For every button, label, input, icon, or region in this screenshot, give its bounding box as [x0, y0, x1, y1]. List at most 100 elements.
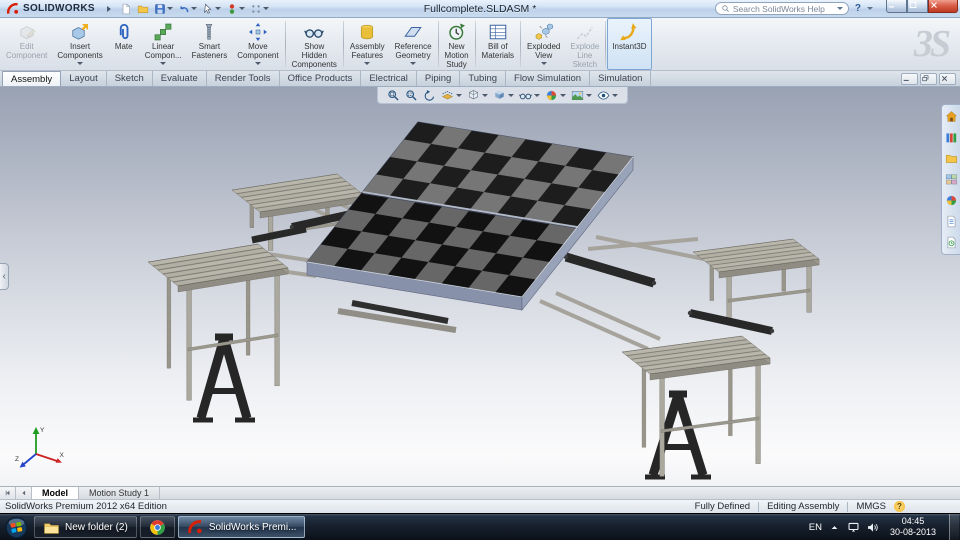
section-view-button[interactable]: [441, 89, 462, 102]
tab-sketch[interactable]: Sketch: [107, 71, 153, 86]
taskbar-button-chrome[interactable]: [139, 516, 175, 538]
help-caret-icon[interactable]: [867, 7, 873, 10]
zoom-fit-button[interactable]: [387, 89, 400, 102]
tab-nav-first-button[interactable]: [0, 487, 16, 499]
appearances-scenes-tab[interactable]: [945, 194, 958, 207]
qa-new-document-button[interactable]: [119, 3, 133, 15]
display-style-button[interactable]: [493, 89, 514, 102]
ribbon-button-exploded-view[interactable]: Exploded View: [522, 18, 565, 70]
qa-open-folder-button[interactable]: [136, 3, 150, 15]
dropdown-caret-icon: [364, 61, 371, 65]
ribbon-button-label: Move Component: [237, 42, 279, 60]
ribbon-button-explode-line-sketch[interactable]: Explode Line Sketch: [565, 18, 604, 70]
tab-nav-prev-button[interactable]: [16, 487, 32, 499]
help-button[interactable]: ?: [854, 3, 862, 14]
title-bar: SOLIDWORKS Fullcomplete.SLDASM * Search …: [0, 0, 960, 18]
tray-time: 04:45: [901, 515, 925, 526]
tab-render-tools[interactable]: Render Tools: [207, 71, 280, 86]
custom-properties-tab[interactable]: [945, 215, 958, 228]
ribbon-button-new-motion-study[interactable]: New Motion Study: [440, 18, 474, 70]
ribbon-button-label: Reference Geometry: [394, 42, 432, 60]
network-icon[interactable]: [847, 521, 860, 534]
maximize-button[interactable]: [907, 0, 928, 13]
tab-piping[interactable]: Piping: [417, 71, 461, 86]
apply-scene-button[interactable]: [571, 89, 592, 102]
model-tab-motion-study-1[interactable]: Motion Study 1: [79, 487, 161, 499]
collapsed-panel-tab[interactable]: [0, 263, 9, 290]
help-search-box[interactable]: Search SolidWorks Help: [714, 2, 849, 15]
view-palette-tab[interactable]: [945, 173, 958, 186]
system-tray: EN 04:45 30-08-2013: [809, 514, 960, 540]
start-button[interactable]: [0, 514, 32, 540]
document-minimize-button[interactable]: [901, 72, 918, 85]
taskbar-button-solidworks-premi[interactable]: SolidWorks Premi...: [177, 516, 306, 538]
ribbon-button-smart-fasteners[interactable]: Smart Fasteners: [187, 18, 233, 70]
qa-rebuild-button[interactable]: [225, 3, 246, 15]
ribbon-button-assembly-features[interactable]: Assembly Features: [345, 18, 390, 70]
ribbon-button-edit-component[interactable]: Edit Component: [1, 18, 52, 70]
picnic-table-assembly-model[interactable]: Y X Z: [0, 87, 960, 486]
solidworks-icon: [187, 519, 204, 536]
document-recovery-tab[interactable]: [945, 236, 958, 249]
minimize-button[interactable]: [886, 0, 907, 13]
tab-electrical[interactable]: Electrical: [361, 71, 417, 86]
qa-undo-button[interactable]: [177, 3, 198, 15]
qa-save-button[interactable]: [153, 3, 174, 15]
file-explorer-tab[interactable]: [945, 152, 958, 165]
edit-appearance-button[interactable]: [545, 89, 566, 102]
assembly-features-icon: [357, 22, 377, 42]
language-indicator[interactable]: EN: [809, 522, 822, 533]
move-component-icon: [248, 22, 268, 42]
model-tab-model[interactable]: Model: [32, 487, 79, 499]
status-help-icon[interactable]: ?: [894, 501, 905, 512]
view-orientation-icon: [467, 89, 480, 102]
graphics-viewport: Y X Z: [0, 87, 960, 486]
qa-options-grid-button[interactable]: [249, 3, 270, 15]
ribbon-button-label: Exploded View: [527, 42, 561, 60]
chevron-left-icon: [1, 272, 8, 281]
document-close-button[interactable]: [939, 72, 956, 85]
tab-office-products[interactable]: Office Products: [280, 71, 362, 86]
taskbar-button-new-folder-2[interactable]: New folder (2): [34, 516, 137, 538]
dropdown-caret-icon: [214, 7, 221, 10]
under-table-mechanism: [337, 300, 457, 333]
bench-lower-left: [147, 243, 289, 401]
tab-simulation[interactable]: Simulation: [590, 71, 652, 86]
tab-flow-simulation[interactable]: Flow Simulation: [506, 71, 591, 86]
show-desktop-button[interactable]: [949, 514, 959, 540]
ribbon-group-separator: [520, 21, 521, 67]
ribbon-button-linear-compon[interactable]: Linear Compon...: [140, 18, 187, 70]
tab-assembly[interactable]: Assembly: [2, 71, 62, 86]
document-restore-button[interactable]: [920, 72, 937, 85]
search-chevron-down-icon[interactable]: [836, 7, 843, 10]
view-settings-button[interactable]: [597, 89, 618, 102]
insert-components-icon: [70, 22, 90, 42]
volume-icon[interactable]: [866, 521, 879, 534]
tab-layout[interactable]: Layout: [61, 71, 107, 86]
clock[interactable]: 04:45 30-08-2013: [885, 516, 941, 539]
solidworks-resources-tab[interactable]: [945, 110, 958, 123]
bill-of-materials-icon: [488, 22, 508, 42]
hide-show-items-button[interactable]: [519, 89, 540, 102]
design-library-tab[interactable]: [945, 131, 958, 144]
window-title: Fullcomplete.SLDASM *: [423, 2, 537, 15]
dropdown-caret-icon: [238, 7, 245, 10]
tab-evaluate[interactable]: Evaluate: [153, 71, 207, 86]
ribbon-group-separator: [474, 21, 476, 67]
ribbon-button-bill-of-materials[interactable]: Bill of Materials: [477, 18, 519, 70]
ribbon-button-instant3d[interactable]: Instant3D: [607, 18, 652, 70]
tab-tubing[interactable]: Tubing: [460, 71, 507, 86]
view-orientation-button[interactable]: [467, 89, 488, 102]
zoom-area-button[interactable]: [405, 89, 418, 102]
ribbon-button-insert-components[interactable]: Insert Components: [52, 18, 107, 70]
ribbon-button-move-component[interactable]: Move Component: [232, 18, 283, 70]
ribbon-button-show-hidden-components[interactable]: Show Hidden Components: [287, 18, 342, 70]
close-button[interactable]: [928, 0, 958, 13]
hidden-icons-button[interactable]: [828, 521, 841, 534]
previous-view-button[interactable]: [423, 89, 436, 102]
qa-menu-expand-caret-button[interactable]: [102, 3, 116, 15]
ribbon-button-mate[interactable]: Mate: [108, 18, 140, 70]
status-fully-defined: Fully Defined: [694, 501, 751, 512]
ribbon-button-reference-geometry[interactable]: Reference Geometry: [390, 18, 437, 70]
qa-select-cursor-button[interactable]: [201, 2, 222, 15]
